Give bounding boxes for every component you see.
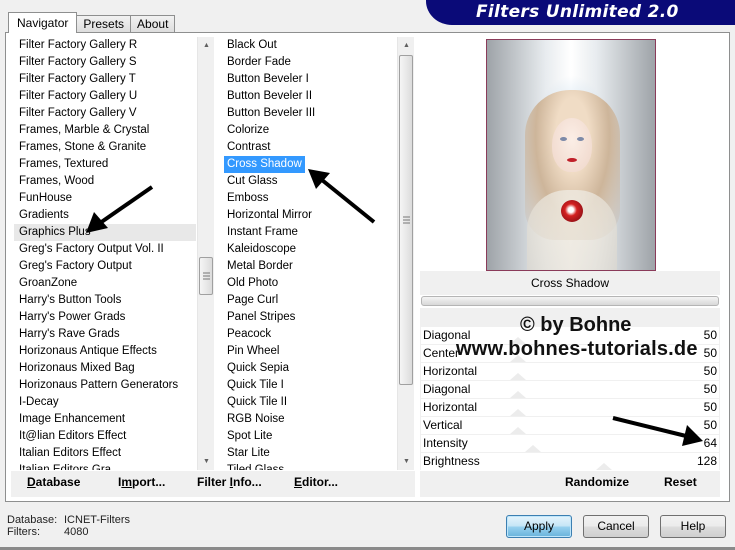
annotation-arrows bbox=[86, 169, 703, 446]
arrow-cross-shadow-icon bbox=[308, 169, 376, 224]
arrow-intensity-value-icon bbox=[612, 416, 703, 446]
arrow-graphics-plus-icon bbox=[86, 185, 154, 233]
tab-navigator[interactable]: Navigator bbox=[8, 12, 78, 33]
